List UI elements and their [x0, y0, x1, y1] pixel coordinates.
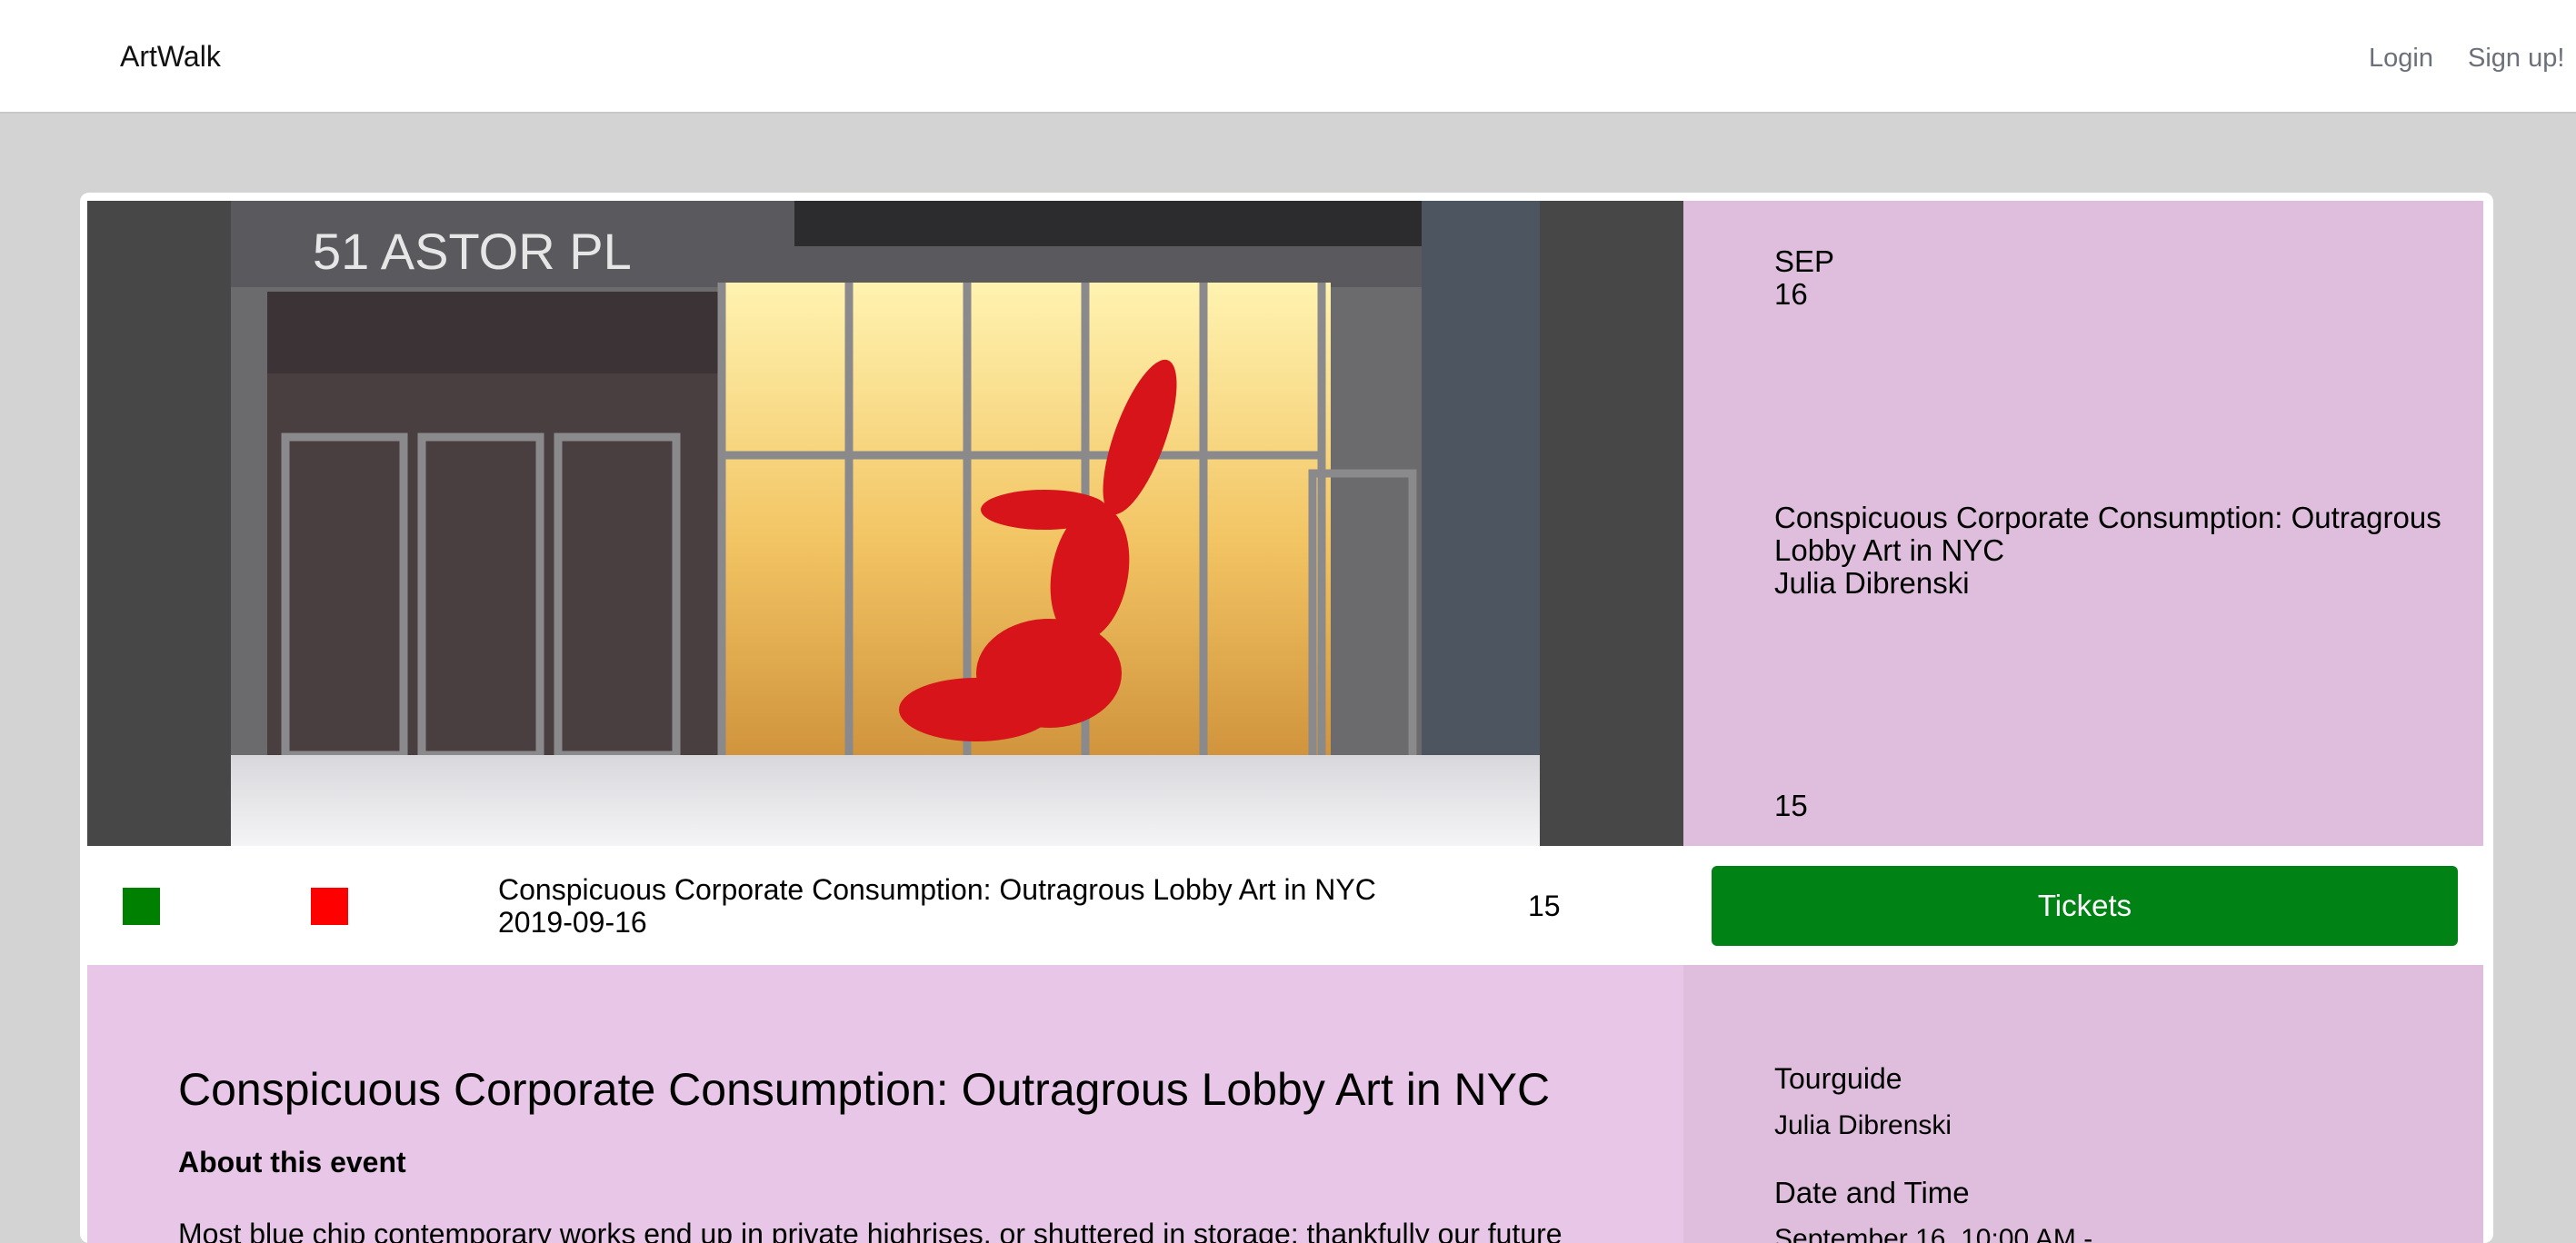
strip-event-title: Conspicuous Corporate Consumption: Outra…	[498, 873, 1376, 906]
event-day: 16	[1774, 277, 1808, 311]
details-title: Conspicuous Corporate Consumption: Outra…	[178, 1064, 1551, 1115]
event-action-strip: Conspicuous Corporate Consumption: Outra…	[87, 846, 2483, 965]
event-month: SEP	[1774, 244, 1835, 278]
description-text: Most blue chip contemporary works end up…	[178, 1218, 1563, 1243]
signup-link[interactable]: Sign up!	[2468, 44, 2564, 74]
event-description-panel: Conspicuous Corporate Consumption: Outra…	[87, 965, 1683, 1243]
tourguide-label: Tourguide	[1774, 1062, 1902, 1095]
green-status-square[interactable]	[123, 888, 160, 925]
brand-logo-link[interactable]: ArtWalk	[120, 40, 221, 74]
event-card: 51 ASTOR PL SEP 16 Conspicuous Corporate…	[80, 193, 2493, 1243]
strip-event-count: 15	[1528, 890, 1561, 922]
tickets-button[interactable]: Tickets	[1712, 866, 2458, 946]
event-count: 15	[1774, 789, 1808, 822]
event-details-sidebar: Tourguide Julia Dibrenski Date and Time …	[1683, 965, 2483, 1243]
date-time-label: Date and Time	[1774, 1176, 1970, 1209]
date-time-value: September 16, 10:00 AM -	[1774, 1224, 2093, 1243]
strip-event-date: 2019-09-16	[498, 906, 647, 939]
red-status-square[interactable]	[311, 888, 348, 925]
event-guide-name: Julia Dibrenski	[1774, 566, 1970, 600]
event-image-panel: 51 ASTOR PL	[87, 201, 1683, 846]
building-sign-text: 51 ASTOR PL	[313, 223, 632, 280]
tourguide-name: Julia Dibrenski	[1774, 1110, 1952, 1140]
event-title: Conspicuous Corporate Consumption: Outra…	[1774, 501, 2441, 567]
about-heading: About this event	[178, 1146, 406, 1178]
event-photo: 51 ASTOR PL	[231, 201, 1540, 846]
event-summary-panel: SEP 16 Conspicuous Corporate Consumption…	[1683, 201, 2483, 846]
login-link[interactable]: Login	[2369, 44, 2433, 74]
top-navbar: ArtWalk Login Sign up!	[0, 0, 2576, 114]
